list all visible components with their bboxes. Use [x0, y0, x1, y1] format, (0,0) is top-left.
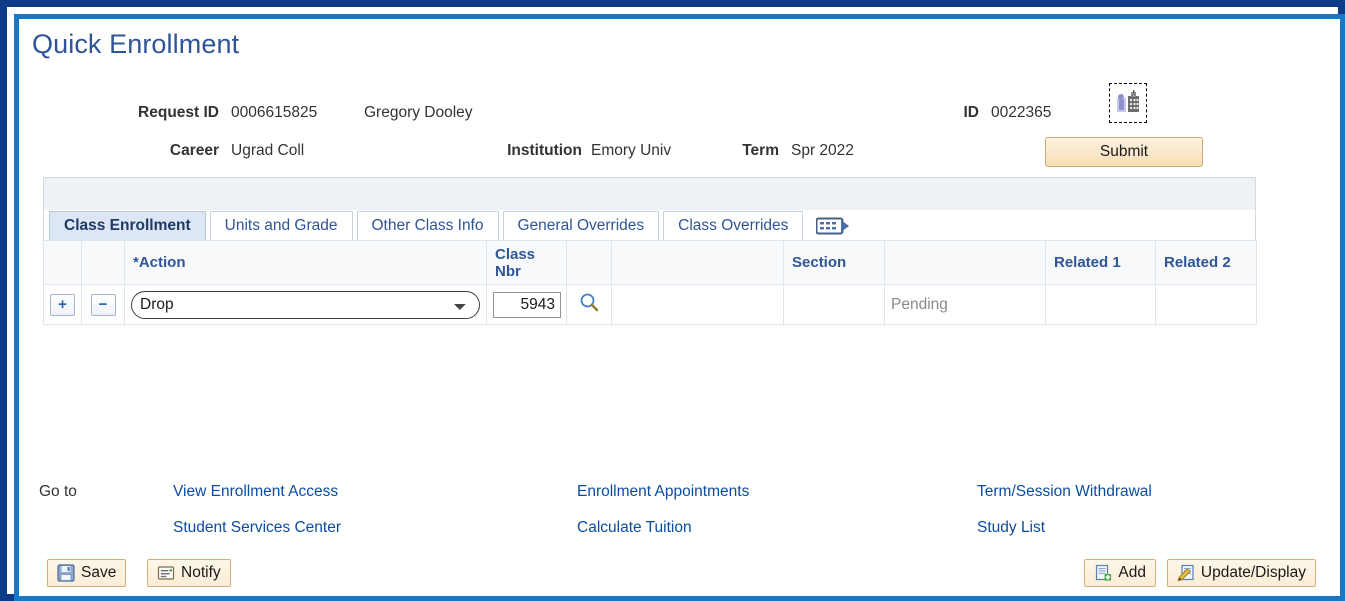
notify-button[interactable]: Notify [147, 559, 231, 587]
page-add-icon-glyph [1096, 564, 1112, 581]
save-button-label: Save [81, 564, 117, 582]
save-button[interactable]: Save [47, 559, 127, 587]
grid-tab-strip: Class Enrollment Units and Grade Other C… [43, 210, 1256, 240]
cell-status: Pending [884, 284, 1046, 325]
link-student-services-center[interactable]: Student Services Center [173, 519, 341, 537]
link-calculate-tuition[interactable]: Calculate Tuition [577, 519, 692, 537]
col-class-nbr-line2: Nbr [495, 262, 521, 280]
notify-envelope-icon [157, 564, 175, 582]
add-row-button[interactable]: + [50, 293, 75, 316]
goto-label: Go to [39, 483, 77, 500]
col-section: Section [783, 240, 885, 285]
action-select[interactable]: Drop [131, 290, 480, 319]
tab-other-class-info[interactable]: Other Class Info [356, 211, 499, 240]
term-label: Term [742, 142, 779, 159]
tab-general-overrides[interactable]: General Overrides [502, 211, 660, 240]
cell-delete-row: − [81, 284, 125, 325]
show-all-columns-icon-glyph [816, 217, 850, 234]
cell-class-lookup [566, 284, 612, 325]
update-display-button-label: Update/Display [1200, 564, 1306, 582]
link-term-session-withdrawal[interactable]: Term/Session Withdrawal [977, 483, 1152, 501]
cell-related-2 [1155, 284, 1257, 325]
notify-button-label: Notify [181, 564, 221, 582]
pencil-page-icon [1177, 564, 1195, 582]
cell-add-row: + [43, 284, 82, 325]
enrollment-grid: Class Enrollment Units and Grade Other C… [43, 177, 1257, 325]
submit-button[interactable]: Submit [1045, 137, 1203, 167]
col-add-row [43, 240, 82, 285]
table-header-row: *Action Class Nbr Section Related 1 Rela… [43, 240, 1257, 285]
add-button-label: Add [1118, 564, 1146, 582]
request-id-value: 0006615825 [231, 104, 318, 121]
cell-related-1 [1045, 284, 1156, 325]
link-view-enrollment-access[interactable]: View Enrollment Access [173, 483, 338, 501]
campus-building-icon[interactable] [1109, 83, 1147, 123]
col-class-nbr-line1: Class [495, 245, 536, 263]
update-display-button[interactable]: Update/Display [1166, 559, 1316, 587]
tab-class-overrides[interactable]: Class Overrides [663, 211, 804, 240]
col-class-nbr: Class Nbr [486, 240, 567, 285]
career-label: Career [169, 142, 219, 159]
term-value: Spr 2022 [791, 142, 854, 159]
link-study-list[interactable]: Study List [977, 519, 1045, 537]
col-delete-row [81, 240, 125, 285]
campus-building-icon-glyph [1117, 90, 1139, 112]
col-blank-a [611, 240, 784, 285]
page-surface: Quick Enrollment Request ID 0006615825 G… [19, 19, 1340, 596]
pencil-page-icon-glyph [1177, 564, 1194, 582]
application-window-frame: Quick Enrollment Request ID 0006615825 G… [0, 0, 1345, 601]
col-action: *Action [124, 240, 487, 285]
student-id-value: 0022365 [991, 104, 1052, 121]
class-nbr-input[interactable] [493, 291, 561, 318]
table-row: + − Drop 5943 Pending [43, 284, 1257, 325]
status-badge: Pending [891, 295, 948, 313]
col-related-1: Related 1 [1045, 240, 1156, 285]
cell-section [783, 284, 885, 325]
notify-envelope-icon-glyph [157, 566, 175, 580]
student-name-value: Gregory Dooley [364, 104, 473, 121]
request-id-label: Request ID [138, 104, 219, 121]
bottom-toolbar: Save Notify Add Update/Display [19, 557, 1340, 591]
link-enrollment-appointments[interactable]: Enrollment Appointments [577, 483, 749, 501]
cell-blank-a [611, 284, 784, 325]
class-enrollment-table: *Action Class Nbr Section Related 1 Rela… [43, 240, 1257, 325]
magnifying-glass-icon[interactable] [579, 292, 599, 312]
grid-top-band [43, 177, 1256, 210]
col-related-2: Related 2 [1155, 240, 1257, 285]
institution-label: Institution [507, 142, 582, 159]
student-id-label: ID [963, 104, 980, 121]
col-lookup [566, 240, 612, 285]
cell-class-nbr [486, 284, 567, 325]
floppy-disk-icon [57, 564, 75, 582]
cell-action: Drop [124, 284, 487, 325]
application-window-inner-frame: Quick Enrollment Request ID 0006615825 G… [14, 14, 1345, 601]
magnifying-glass-icon-glyph [580, 293, 599, 312]
floppy-disk-icon-glyph [57, 564, 75, 582]
show-all-columns-icon[interactable] [807, 211, 860, 240]
delete-row-button[interactable]: − [90, 293, 116, 316]
add-button[interactable]: Add [1084, 559, 1156, 587]
page-add-icon [1094, 564, 1112, 582]
page-title: Quick Enrollment [32, 29, 240, 59]
tab-class-enrollment[interactable]: Class Enrollment [49, 211, 206, 240]
col-status [884, 240, 1046, 285]
tab-units-and-grade[interactable]: Units and Grade [209, 211, 353, 240]
career-value: Ugrad Coll [231, 142, 305, 159]
